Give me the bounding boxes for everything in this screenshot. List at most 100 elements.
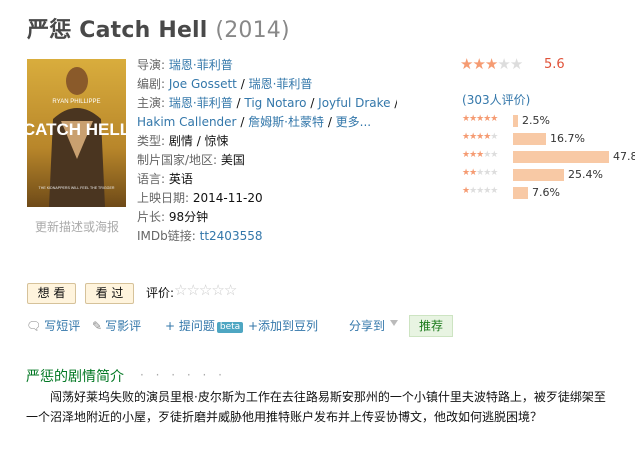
cast-more-link[interactable]: 更多... (336, 115, 371, 129)
dist-percent: 47.8% (613, 150, 635, 163)
cast-row: 主演: 瑞恩·菲利普 / Tig Notaro / Joyful Drake / (137, 94, 397, 113)
release-row: 上映日期: 2014-11-20 (137, 189, 397, 208)
writer-row: 编剧: Joe Gossett / 瑞恩·菲利普 (137, 75, 397, 94)
imdb-link[interactable]: tt2403558 (200, 229, 263, 243)
runtime-label: 片长: (137, 210, 166, 224)
rating-dist-row: ★★★★★ 47.8% (462, 150, 635, 164)
imdb-label: IMDb链接: (137, 229, 196, 243)
dist-bar (513, 187, 528, 199)
rate-star-icon[interactable]: ☆ (224, 281, 237, 299)
rating-dist-row: ★★★★★ 25.4% (462, 168, 632, 182)
movie-year: (2014) (215, 18, 290, 43)
synopsis-text: 闯荡好莱坞失败的演员里根·皮尔斯为工作在去往路易斯安那州的一个小镇什里夫波特路上… (26, 390, 606, 424)
release-label: 上映日期: (137, 191, 190, 205)
separator: / (306, 96, 319, 110)
dist-stars-icon: ★★★★★ (462, 132, 498, 142)
imdb-row: IMDb链接: tt2403558 (137, 227, 397, 246)
share-label: 分享到 (349, 319, 386, 333)
cast-link[interactable]: 詹姆斯·杜蒙特 (248, 115, 324, 129)
language-value: 英语 (168, 172, 193, 186)
genre-row: 类型: 剧情 / 惊悚 (137, 132, 397, 151)
rate-stars-input[interactable]: ☆☆☆☆☆ (174, 281, 237, 299)
release-value: 2014-11-20 (192, 191, 263, 205)
pencil-icon: ✎ (92, 319, 103, 333)
ask-question-label: + 提问题 (165, 319, 215, 333)
genre-value: 剧情 / 惊悚 (168, 134, 229, 148)
runtime-value: 98分钟 (168, 210, 209, 224)
cast-row-2: Hakim Callender / 詹姆斯·杜蒙特 / 更多... (137, 113, 397, 132)
page-title: 严惩 Catch Hell (2014) (27, 12, 290, 44)
separator: / (236, 77, 249, 91)
dist-percent: 2.5% (522, 114, 550, 127)
dist-stars-icon: ★★★★★ (462, 114, 498, 124)
synopsis-heading: 严惩的剧情简介 (26, 369, 124, 385)
movie-poster[interactable]: RYAN PHILLIPPE CATCH HELL THE KIDNAPPERS… (27, 59, 126, 207)
star-icon: ★ (509, 55, 523, 73)
update-poster-link[interactable]: 更新描述或海报 (27, 218, 127, 235)
rating-dist-row: ★★★★★ 16.7% (462, 132, 632, 146)
poster-title: CATCH HELL (27, 120, 126, 139)
share-dropdown[interactable]: 分享到 (349, 317, 385, 334)
write-short-review-link[interactable]: 🗨 写短评 (26, 317, 80, 334)
separator: / (236, 115, 249, 129)
cast-link[interactable]: Hakim Callender (137, 115, 237, 129)
dist-bar (513, 151, 609, 163)
poster-tagline: THE KIDNAPPERS WILL FEEL THE TRIGGER (39, 186, 115, 190)
director-link[interactable]: 瑞恩·菲利普 (169, 58, 233, 72)
country-row: 制片国家/地区: 美国 (137, 151, 397, 170)
star-icon: ★ (460, 55, 473, 73)
writer-link[interactable]: 瑞恩·菲利普 (249, 77, 313, 91)
rate-star-icon[interactable]: ☆ (199, 281, 212, 299)
dist-stars-icon: ★★★★★ (462, 168, 498, 178)
beta-badge: beta (216, 322, 244, 333)
dist-percent: 25.4% (568, 168, 603, 181)
director-label: 导演: (137, 58, 166, 72)
rate-star-icon[interactable]: ☆ (211, 281, 224, 299)
rating-dist-row: ★★★★★ 2.5% (462, 114, 632, 128)
cast-link[interactable]: Tig Notaro (244, 96, 306, 110)
dist-bar (513, 115, 518, 127)
language-row: 语言: 英语 (137, 170, 397, 189)
poster-actor: RYAN PHILLIPPE (52, 99, 100, 105)
separator: / (391, 96, 397, 110)
language-label: 语言: (137, 172, 166, 186)
country-value: 美国 (220, 153, 245, 167)
separator: / (232, 96, 245, 110)
dist-percent: 16.7% (550, 132, 585, 145)
want-to-watch-button[interactable]: 想 看 (27, 283, 76, 304)
chevron-down-icon[interactable] (390, 320, 398, 326)
rate-label: 评价: (146, 286, 175, 300)
write-short-review-label: 写短评 (44, 319, 81, 333)
writer-link[interactable]: Joe Gossett (169, 77, 237, 91)
cast-link[interactable]: Joyful Drake (318, 96, 390, 110)
rate-star-icon[interactable]: ☆ (174, 281, 187, 299)
rating-score: 5.6 (544, 57, 565, 72)
write-review-link[interactable]: ✎ 写影评 (92, 317, 141, 334)
movie-info: 导演: 瑞恩·菲利普 编剧: Joe Gossett / 瑞恩·菲利普 主演: … (137, 56, 397, 246)
dist-bar (513, 169, 564, 181)
dist-stars-icon: ★★★★★ (462, 186, 498, 196)
rating-dist-row: ★★★★★ 7.6% (462, 186, 632, 200)
cast-link[interactable]: 瑞恩·菲利普 (169, 96, 233, 110)
dist-percent: 7.6% (532, 186, 560, 199)
star-icon: ★ (484, 55, 498, 73)
genre-label: 类型: (137, 134, 166, 148)
synopsis-dots: · · · · · · (140, 368, 226, 382)
ask-question-link[interactable]: + 提问题 beta (165, 317, 244, 334)
runtime-row: 片长: 98分钟 (137, 208, 397, 227)
rate-star-icon[interactable]: ☆ (186, 281, 199, 299)
cast-label: 主演: (137, 96, 166, 110)
votes-link[interactable]: 303人评价 (467, 93, 526, 107)
writer-label: 编剧: (137, 77, 166, 91)
director-row: 导演: 瑞恩·菲利普 (137, 56, 397, 75)
add-to-list-label: +添加到豆列 (248, 319, 319, 333)
dist-bar (513, 133, 546, 145)
movie-title: 严惩 Catch Hell (27, 18, 208, 43)
votes-close: ) (525, 93, 531, 107)
add-to-list-link[interactable]: +添加到豆列 (248, 317, 318, 334)
rating-stars: ★★★★★ (460, 55, 523, 73)
recommend-button[interactable]: 推荐 (409, 315, 453, 337)
watched-button[interactable]: 看 过 (85, 283, 134, 304)
star-icon: ★ (497, 55, 510, 73)
separator: / (324, 115, 336, 129)
